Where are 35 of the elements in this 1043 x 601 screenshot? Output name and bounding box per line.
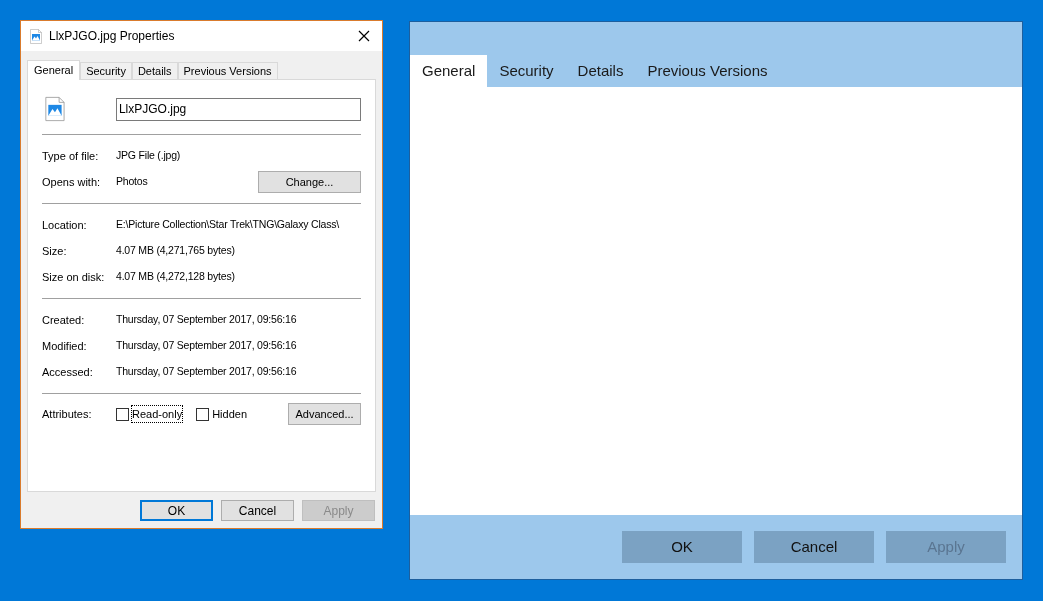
advanced-button[interactable]: Advanced... (288, 403, 361, 425)
dialog-button[interactable]: Cancel (221, 500, 294, 521)
checkbox[interactable]: Read-only (116, 405, 183, 423)
dialog-button[interactable]: OK (140, 500, 213, 521)
image-file-icon (30, 28, 42, 44)
tab[interactable]: General (27, 60, 81, 80)
field-label: Created: (42, 312, 86, 328)
tab[interactable]: General (410, 55, 488, 87)
window-title: LlxPJGO.jpg Properties (49, 28, 175, 45)
field-label: Accessed: (42, 364, 94, 380)
image-file-icon (45, 96, 65, 122)
field-value: 4.07 MB (4,272,128 bytes) (116, 269, 235, 285)
preview-button[interactable]: Cancel (754, 531, 874, 563)
field-value: Thursday, 07 September 2017, 09:56:16 (116, 364, 297, 380)
file-name-field[interactable]: LlxPJGO.jpg (115, 97, 361, 121)
field-label: Attributes: (42, 406, 93, 422)
field-label: Opens with: (42, 174, 102, 190)
field-label: Modified: (42, 338, 88, 354)
tab[interactable]: Previous Versions (177, 62, 278, 79)
tab[interactable]: Details (131, 62, 178, 79)
close-icon[interactable] (358, 30, 370, 42)
field-value: E:\Picture Collection\Star Trek\TNG\Galaxy Class\ (116, 217, 340, 233)
field-value: JPG File (.jpg) (116, 148, 181, 164)
field-value: Thursday, 07 September 2017, 09:56:16 (116, 312, 297, 328)
field-label: Location: (42, 217, 88, 233)
field-label: Type of file: (42, 148, 100, 164)
field-value: Thursday, 07 September 2017, 09:56:16 (116, 338, 297, 354)
preview-button[interactable]: OK (622, 531, 742, 563)
checkbox[interactable]: Hidden (196, 405, 247, 423)
field-value: 4.07 MB (4,271,765 bytes) (116, 243, 235, 259)
field-label: Size on disk: (42, 269, 106, 285)
field-value: Photos (116, 174, 148, 190)
tab[interactable]: Security (80, 62, 132, 79)
field-label: Size: (42, 243, 68, 259)
change-button[interactable]: Change... (258, 171, 361, 193)
